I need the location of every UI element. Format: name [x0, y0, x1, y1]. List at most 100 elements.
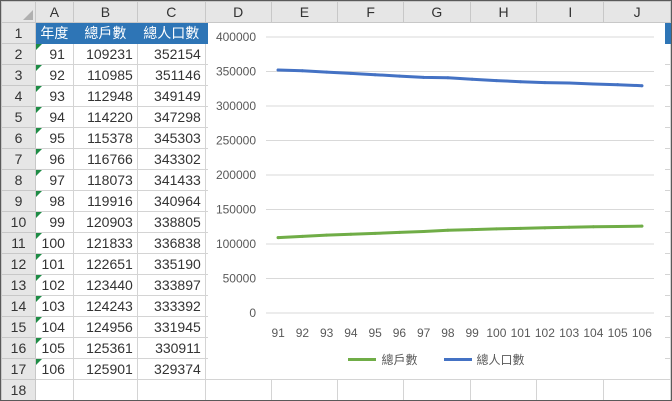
- table-cell[interactable]: 125361: [72, 337, 138, 359]
- row-header-8[interactable]: 8: [1, 169, 36, 191]
- empty-cell[interactable]: [469, 379, 538, 400]
- table-cell[interactable]: 96: [34, 148, 74, 170]
- data-point[interactable]: [494, 79, 498, 83]
- table-cell[interactable]: 340964: [136, 190, 206, 212]
- table-cell[interactable]: 122651: [72, 253, 138, 275]
- table-cell[interactable]: 125901: [72, 358, 138, 380]
- row-header-1[interactable]: 1: [1, 22, 36, 44]
- data-point[interactable]: [616, 83, 620, 87]
- table-cell[interactable]: 100: [34, 232, 74, 254]
- row-header-2[interactable]: 2: [1, 43, 36, 65]
- table-cell[interactable]: 343302: [136, 148, 206, 170]
- table-cell[interactable]: 115378: [72, 127, 138, 149]
- empty-cell[interactable]: [136, 379, 206, 400]
- row-header-5[interactable]: 5: [1, 106, 36, 128]
- data-point[interactable]: [640, 84, 644, 88]
- table-cell[interactable]: 121833: [72, 232, 138, 254]
- table-cell[interactable]: 97: [34, 169, 74, 191]
- data-point[interactable]: [373, 73, 377, 77]
- select-all-corner[interactable]: [1, 1, 36, 23]
- data-point[interactable]: [543, 226, 547, 230]
- data-point[interactable]: [300, 69, 304, 73]
- data-point[interactable]: [543, 81, 547, 85]
- data-point[interactable]: [616, 225, 620, 229]
- table-cell[interactable]: 347298: [136, 106, 206, 128]
- table-cell[interactable]: 98: [34, 190, 74, 212]
- table-cell[interactable]: 351146: [136, 64, 206, 86]
- data-point[interactable]: [494, 227, 498, 231]
- table-cell[interactable]: 114220: [72, 106, 138, 128]
- data-point[interactable]: [300, 234, 304, 238]
- row-header-12[interactable]: 12: [1, 253, 36, 275]
- table-cell[interactable]: 118073: [72, 169, 138, 191]
- table-cell[interactable]: 92: [34, 64, 74, 86]
- data-point[interactable]: [325, 233, 329, 237]
- table-cell[interactable]: 124243: [72, 295, 138, 317]
- table-cell[interactable]: 109231: [72, 43, 138, 65]
- row-header-7[interactable]: 7: [1, 148, 36, 170]
- empty-cell[interactable]: [536, 379, 605, 400]
- data-point[interactable]: [519, 226, 523, 230]
- data-point[interactable]: [276, 236, 280, 240]
- data-point[interactable]: [470, 77, 474, 81]
- column-header-f[interactable]: F: [337, 1, 404, 23]
- table-cell[interactable]: 333897: [136, 274, 206, 296]
- row-header-10[interactable]: 10: [1, 211, 36, 233]
- table-cell[interactable]: 104: [34, 316, 74, 338]
- empty-cell[interactable]: [337, 379, 404, 400]
- row-header-13[interactable]: 13: [1, 274, 36, 296]
- column-header-e[interactable]: E: [270, 1, 339, 23]
- table-cell[interactable]: 120903: [72, 211, 138, 233]
- empty-cell[interactable]: [204, 379, 272, 400]
- empty-cell[interactable]: [34, 379, 74, 400]
- line-chart[interactable]: 0 50000 100000 150000 200000 250000 300000 3500…: [208, 23, 665, 379]
- data-point[interactable]: [422, 75, 426, 79]
- data-point[interactable]: [397, 74, 401, 78]
- table-cell[interactable]: 349149: [136, 85, 206, 107]
- data-point[interactable]: [325, 70, 329, 74]
- column-header-h[interactable]: H: [469, 1, 538, 23]
- column-header-b[interactable]: B: [72, 1, 138, 23]
- table-cell[interactable]: 91: [34, 43, 74, 65]
- table-cell[interactable]: 352154: [136, 43, 206, 65]
- table-cell[interactable]: 95: [34, 127, 74, 149]
- table-cell[interactable]: 93: [34, 85, 74, 107]
- column-header-g[interactable]: G: [402, 1, 471, 23]
- table-cell[interactable]: 99: [34, 211, 74, 233]
- data-point[interactable]: [276, 68, 280, 72]
- data-point[interactable]: [373, 231, 377, 235]
- table-cell[interactable]: 102: [34, 274, 74, 296]
- table-cell[interactable]: 123440: [72, 274, 138, 296]
- row-header-4[interactable]: 4: [1, 85, 36, 107]
- data-point[interactable]: [591, 82, 595, 86]
- table-cell[interactable]: 110985: [72, 64, 138, 86]
- table-cell[interactable]: 94: [34, 106, 74, 128]
- column-header-i[interactable]: I: [536, 1, 605, 23]
- table-cell[interactable]: 336838: [136, 232, 206, 254]
- table-cell[interactable]: 116766: [72, 148, 138, 170]
- data-point[interactable]: [446, 76, 450, 80]
- table-cell[interactable]: 103: [34, 295, 74, 317]
- empty-cell[interactable]: [270, 379, 339, 400]
- data-point[interactable]: [349, 232, 353, 236]
- data-point[interactable]: [470, 228, 474, 232]
- table-cell[interactable]: 106: [34, 358, 74, 380]
- data-point[interactable]: [640, 224, 644, 228]
- data-point[interactable]: [567, 81, 571, 85]
- data-point[interactable]: [422, 230, 426, 234]
- row-header-18[interactable]: 18: [1, 379, 36, 400]
- table-cell[interactable]: 338805: [136, 211, 206, 233]
- row-header-17[interactable]: 17: [1, 358, 36, 380]
- column-header-d[interactable]: D: [204, 1, 272, 23]
- empty-cell[interactable]: [603, 379, 671, 400]
- column-header-j[interactable]: J: [603, 1, 671, 23]
- table-header-cell[interactable]: 年度: [34, 22, 74, 44]
- row-header-15[interactable]: 15: [1, 316, 36, 338]
- row-header-16[interactable]: 16: [1, 337, 36, 359]
- table-cell[interactable]: 331945: [136, 316, 206, 338]
- data-point[interactable]: [591, 225, 595, 229]
- row-header-6[interactable]: 6: [1, 127, 36, 149]
- table-cell[interactable]: 119916: [72, 190, 138, 212]
- series-line-0[interactable]: [276, 224, 644, 240]
- data-point[interactable]: [567, 225, 571, 229]
